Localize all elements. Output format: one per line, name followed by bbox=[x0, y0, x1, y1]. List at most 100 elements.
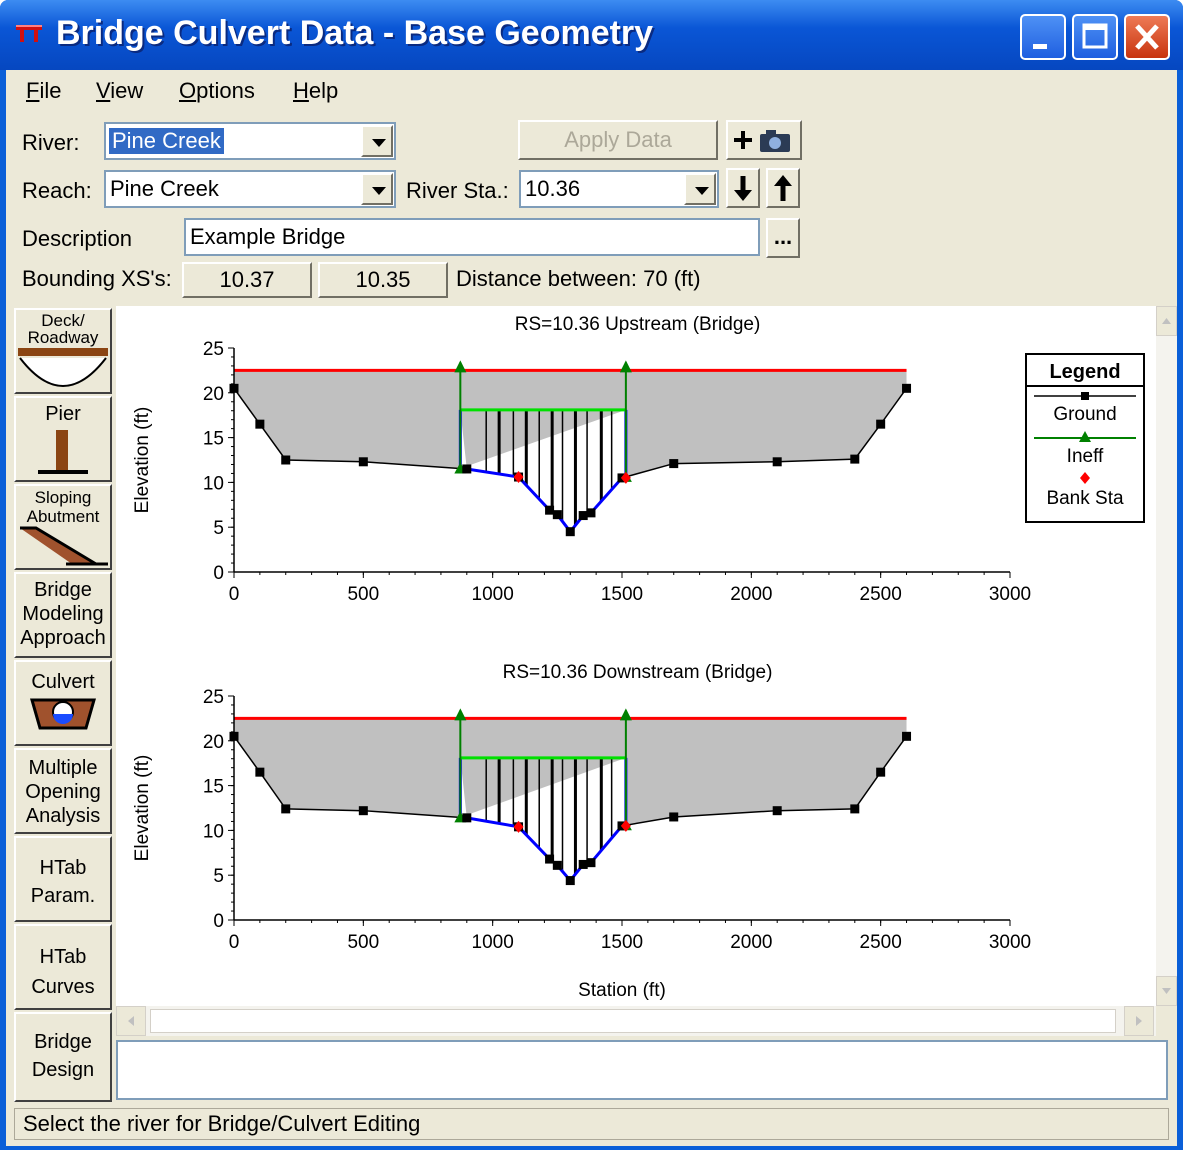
sloping-abutment-icon bbox=[20, 526, 108, 566]
menu-help-mnemonic: H bbox=[293, 78, 309, 103]
river-select-value: Pine Creek bbox=[109, 128, 224, 154]
bridge-design-button[interactable]: Bridge Design bbox=[14, 1012, 112, 1102]
ground-point bbox=[255, 767, 265, 777]
description-field[interactable]: Example Bridge bbox=[184, 218, 760, 256]
pier-icon bbox=[38, 430, 88, 474]
maximize-icon bbox=[1082, 23, 1108, 49]
x-tick-label: 0 bbox=[229, 932, 240, 953]
scroll-right-icon bbox=[1136, 1016, 1142, 1026]
maximize-button[interactable] bbox=[1072, 14, 1118, 60]
ground-point bbox=[876, 419, 886, 429]
ground-point bbox=[669, 459, 679, 469]
bounding-xs-label: Bounding XS's: bbox=[22, 266, 172, 291]
ground-point bbox=[578, 859, 588, 869]
htab-param-label-1: HTab bbox=[39, 857, 87, 879]
x-tick-label: 1500 bbox=[601, 932, 643, 953]
deck-roadway-label-2: Roadway bbox=[27, 328, 99, 347]
deck-roadway-label-1: Deck/ bbox=[41, 311, 85, 330]
ineff-marker bbox=[619, 708, 632, 721]
menu-view[interactable]: View bbox=[96, 78, 143, 104]
client-area: File View Options Help River: Pine Creek… bbox=[6, 70, 1177, 1146]
scroll-down-button[interactable] bbox=[1156, 976, 1177, 1006]
ground-point bbox=[552, 860, 562, 870]
ground-point bbox=[545, 854, 555, 864]
ground-point bbox=[772, 806, 782, 816]
x-tick-label: 2500 bbox=[860, 584, 902, 605]
legend-ineff-label: Ineff bbox=[1067, 446, 1104, 467]
culvert-button[interactable]: Culvert bbox=[14, 660, 112, 746]
cross-section-plot-area[interactable]: RS=10.36 Upstream (Bridge) Elevation (ft)… bbox=[116, 306, 1156, 1006]
x-tick-label: 2500 bbox=[860, 932, 902, 953]
pier-label: Pier bbox=[45, 403, 81, 425]
ground-point bbox=[902, 731, 912, 741]
upstream-chart: RS=10.36 Upstream (Bridge) Elevation (ft)… bbox=[132, 314, 1031, 605]
htab-curves-label-2: Curves bbox=[31, 976, 95, 998]
bridge-modeling-approach-label-2: Modeling bbox=[22, 603, 104, 625]
chevron-down-icon[interactable] bbox=[361, 173, 393, 205]
x-tick-label: 0 bbox=[229, 584, 240, 605]
pier-button[interactable]: Pier bbox=[14, 396, 112, 482]
minimize-button[interactable] bbox=[1020, 14, 1066, 60]
x-tick-label: 1500 bbox=[601, 584, 643, 605]
htab-curves-button[interactable]: HTab Curves bbox=[14, 924, 112, 1010]
ground-point bbox=[586, 858, 596, 868]
scroll-up-button[interactable] bbox=[1156, 306, 1177, 336]
y-tick-label: 25 bbox=[203, 687, 224, 708]
description-more-button[interactable]: ... bbox=[766, 218, 800, 258]
legend-ground-marker bbox=[1081, 392, 1089, 400]
next-station-down-button[interactable] bbox=[726, 168, 760, 208]
ground-point bbox=[552, 510, 562, 520]
title-bar[interactable]: Bridge Culvert Data - Base Geometry bbox=[0, 0, 1183, 70]
river-select[interactable]: Pine Creek bbox=[104, 122, 396, 160]
sloping-abutment-button[interactable]: Sloping Abutment bbox=[14, 484, 112, 570]
bridge-modeling-approach-button[interactable]: Bridge Modeling Approach bbox=[14, 572, 112, 658]
description-label: Description bbox=[22, 226, 133, 251]
y-tick-label: 20 bbox=[203, 384, 224, 405]
ground-point bbox=[545, 505, 555, 515]
chevron-down-icon[interactable] bbox=[684, 173, 716, 205]
scroll-left-button[interactable] bbox=[116, 1006, 146, 1036]
menu-help[interactable]: Help bbox=[293, 78, 338, 104]
next-station-up-button[interactable] bbox=[766, 168, 800, 208]
scroll-up-icon bbox=[1162, 318, 1171, 324]
y-tick-label: 10 bbox=[203, 473, 224, 494]
y-axis-label: Elevation (ft) bbox=[132, 755, 153, 862]
menu-options-rest: ptions bbox=[196, 78, 255, 103]
bounding-downstream-button[interactable]: 10.35 bbox=[318, 262, 448, 298]
bounding-upstream-button[interactable]: 10.37 bbox=[182, 262, 312, 298]
menu-options-mnemonic: O bbox=[179, 78, 197, 103]
y-tick-label: 0 bbox=[213, 563, 224, 584]
menu-file[interactable]: File bbox=[26, 78, 61, 104]
ground-point bbox=[772, 457, 782, 467]
apply-data-button[interactable]: Apply Data bbox=[518, 120, 718, 160]
horizontal-scrollbar[interactable] bbox=[116, 1006, 1156, 1036]
ground-point bbox=[255, 419, 265, 429]
horizontal-scroll-thumb[interactable] bbox=[150, 1009, 1116, 1033]
y-axis-label: Elevation (ft) bbox=[132, 407, 153, 514]
reach-select[interactable]: Pine Creek bbox=[104, 170, 396, 208]
multiple-opening-analysis-button[interactable]: Multiple Opening Analysis bbox=[14, 748, 112, 834]
scroll-right-button[interactable] bbox=[1124, 1006, 1154, 1036]
ground-point bbox=[281, 455, 291, 465]
ground-point bbox=[565, 527, 575, 537]
ground-point bbox=[850, 454, 860, 464]
y-tick-label: 5 bbox=[213, 518, 224, 539]
bridge-design-label-1: Bridge bbox=[34, 1031, 92, 1053]
culvert-icon bbox=[30, 698, 96, 730]
deck-roadway-button[interactable]: Deck/ Roadway bbox=[14, 308, 112, 394]
river-sta-select[interactable]: 10.36 bbox=[519, 170, 719, 208]
chevron-down-icon[interactable] bbox=[361, 125, 393, 157]
x-tick-label: 500 bbox=[347, 584, 379, 605]
menu-options[interactable]: Options bbox=[179, 78, 255, 104]
add-snapshot-button[interactable] bbox=[726, 120, 802, 160]
ground-point bbox=[462, 813, 472, 823]
sloping-abutment-label-1: Sloping bbox=[34, 488, 92, 507]
close-button[interactable] bbox=[1124, 14, 1170, 60]
y-tick-label: 5 bbox=[213, 866, 224, 887]
vertical-scrollbar[interactable] bbox=[1156, 306, 1177, 1006]
htab-param-label-2: Param. bbox=[30, 885, 96, 907]
htab-param-button[interactable]: HTab Param. bbox=[14, 836, 112, 922]
y-tick-label: 10 bbox=[203, 821, 224, 842]
ground-point bbox=[358, 457, 368, 467]
ground-point bbox=[669, 812, 679, 822]
